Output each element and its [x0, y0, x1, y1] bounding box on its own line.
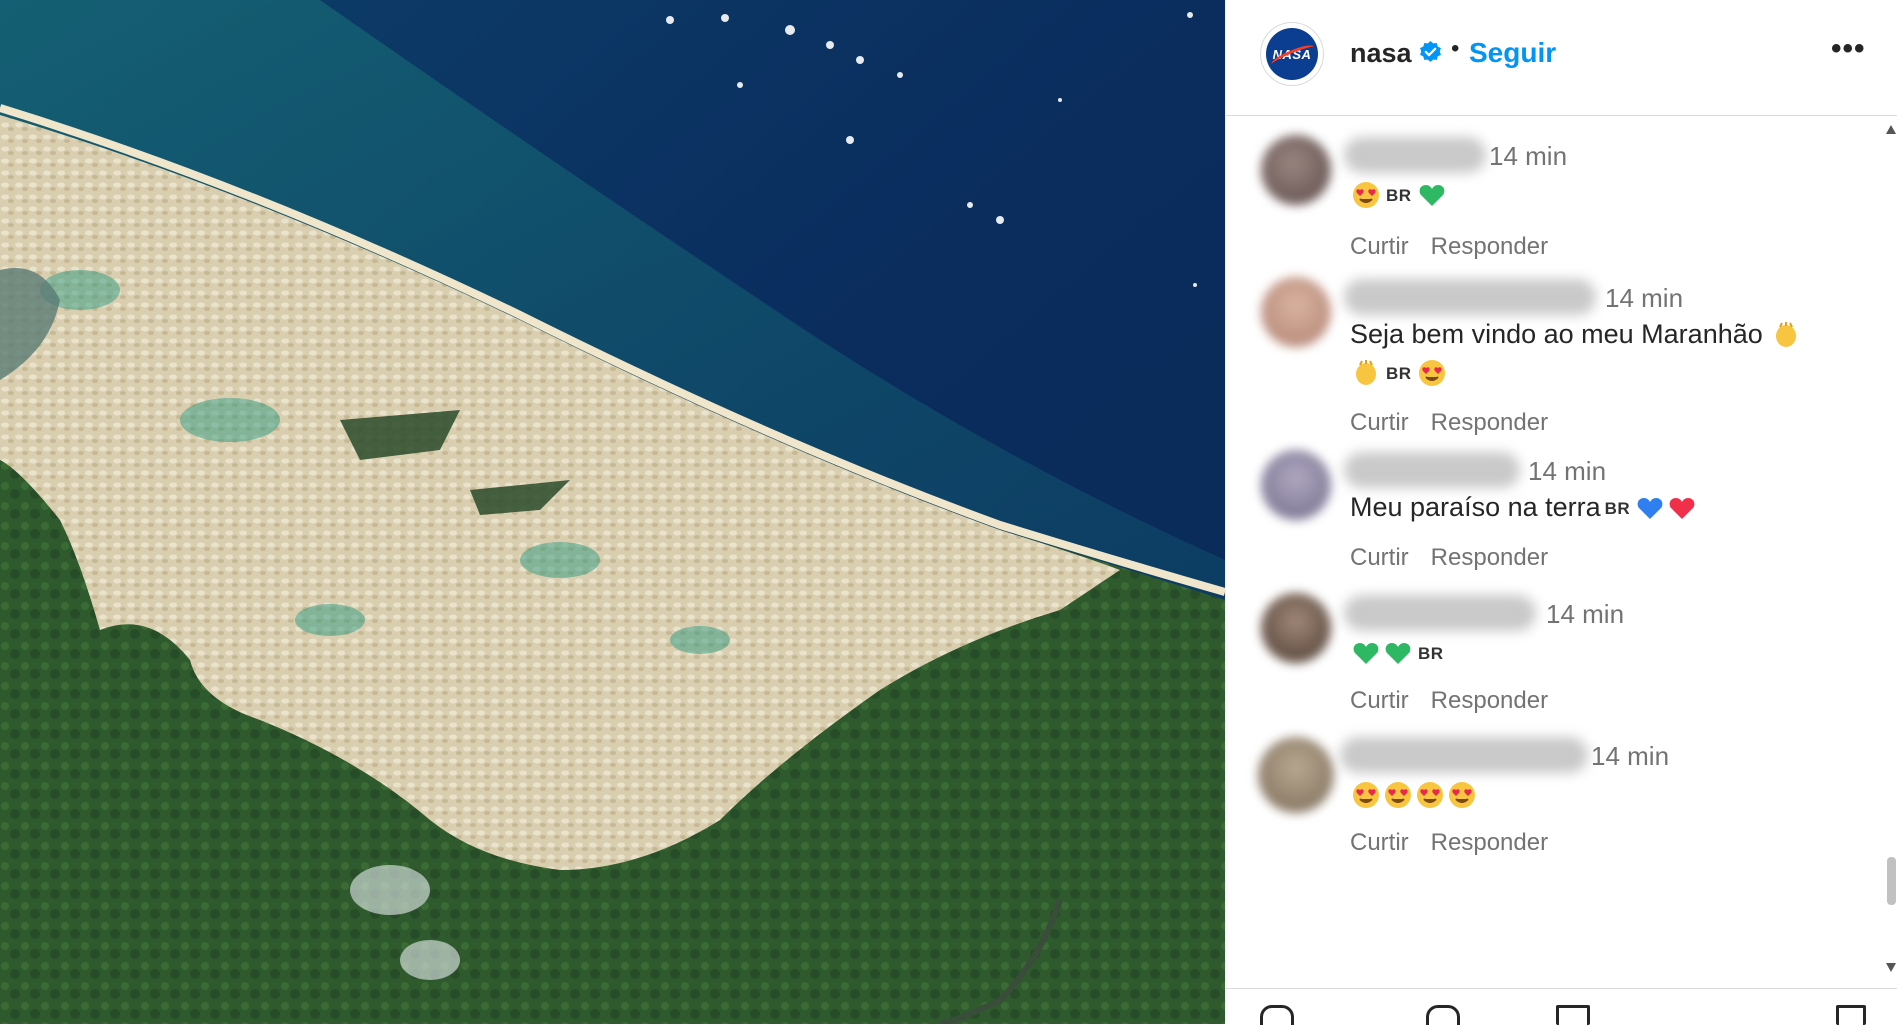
like-heart-icon[interactable]	[1260, 1005, 1294, 1025]
scroll-thumb[interactable]	[1887, 857, 1896, 905]
br-flag-label: BR	[1386, 364, 1412, 383]
comment-list: 14 min BR Curtir Responder 14 min Seja be…	[1226, 117, 1897, 987]
reply-comment-button[interactable]: Responder	[1431, 544, 1548, 571]
comment-time: 14 min	[1605, 283, 1684, 313]
commenter-avatar[interactable]	[1261, 450, 1331, 520]
red-heart-emoji-icon	[1669, 498, 1695, 519]
br-flag-label: BR	[1604, 499, 1631, 518]
account-username[interactable]: nasa	[1350, 38, 1412, 69]
verified-badge-icon	[1420, 41, 1441, 62]
scroll-down-arrow-icon[interactable]	[1886, 963, 1896, 972]
commenter-username-redacted[interactable]	[1344, 279, 1596, 315]
comment-actions: Curtir Responder	[1350, 544, 1570, 572]
clap-emoji-icon	[1776, 322, 1797, 347]
comment-actions: Curtir Responder	[1350, 829, 1570, 857]
blue-heart-emoji-icon	[1637, 498, 1663, 519]
more-options-icon[interactable]: •••	[1831, 32, 1866, 66]
post-header: NASA nasa • Seguir •••	[1226, 0, 1897, 116]
br-flag-label: BR	[1418, 644, 1444, 663]
green-heart-emoji-icon	[1385, 643, 1411, 664]
comment-text: Seja bem vindo ao meu Maranhão BR	[1350, 315, 1850, 393]
commenter-username-redacted[interactable]	[1340, 737, 1588, 773]
comment-text: BR	[1350, 633, 1850, 673]
scroll-up-arrow-icon[interactable]	[1886, 125, 1896, 134]
comment-time: 14 min	[1489, 141, 1568, 171]
nasa-logo-icon: NASA	[1266, 28, 1318, 80]
commenter-avatar[interactable]	[1261, 135, 1331, 205]
commenter-avatar[interactable]	[1261, 277, 1331, 347]
comment-text: BR	[1350, 175, 1850, 215]
green-heart-emoji-icon	[1353, 643, 1379, 664]
comment-bubble-icon[interactable]	[1426, 1005, 1460, 1025]
commenter-avatar[interactable]	[1258, 737, 1334, 813]
commenter-username-redacted[interactable]	[1344, 137, 1486, 173]
comment-actions: Curtir Responder	[1350, 409, 1570, 437]
comments-scrollbar[interactable]	[1886, 117, 1896, 987]
comment-actions: Curtir Responder	[1350, 233, 1570, 261]
like-comment-button[interactable]: Curtir	[1350, 544, 1409, 571]
br-flag-label: BR	[1386, 186, 1412, 205]
like-comment-button[interactable]: Curtir	[1350, 409, 1409, 436]
comment-time: 14 min	[1528, 456, 1607, 486]
reply-comment-button[interactable]: Responder	[1431, 233, 1548, 260]
heart-eyes-emoji-icon	[1449, 782, 1475, 808]
post-actions-bar	[1226, 988, 1897, 1025]
like-comment-button[interactable]: Curtir	[1350, 233, 1409, 260]
comments-panel: NASA nasa • Seguir ••• 14 min BR Curtir R…	[1225, 0, 1897, 1025]
comment-time: 14 min	[1591, 741, 1670, 771]
like-comment-button[interactable]: Curtir	[1350, 687, 1409, 714]
nasa-avatar[interactable]: NASA	[1260, 22, 1324, 86]
heart-eyes-emoji-icon	[1385, 782, 1411, 808]
heart-eyes-emoji-icon	[1417, 782, 1443, 808]
comment-text: Meu paraíso na terra BR	[1350, 488, 1850, 528]
heart-eyes-emoji-icon	[1353, 782, 1379, 808]
comment-text	[1350, 775, 1850, 813]
comment-time: 14 min	[1546, 599, 1625, 629]
post-image[interactable]	[0, 0, 1225, 1024]
reply-comment-button[interactable]: Responder	[1431, 409, 1548, 436]
commenter-avatar[interactable]	[1261, 593, 1331, 663]
comment-actions: Curtir Responder	[1350, 687, 1570, 715]
green-heart-emoji-icon	[1419, 185, 1444, 206]
share-icon[interactable]	[1556, 1005, 1590, 1025]
heart-eyes-emoji-icon	[1353, 182, 1379, 208]
commenter-username-redacted[interactable]	[1344, 595, 1536, 631]
heart-eyes-emoji-icon	[1418, 360, 1445, 386]
clap-emoji-icon	[1356, 360, 1376, 385]
separator-dot: •	[1451, 35, 1460, 62]
reply-comment-button[interactable]: Responder	[1431, 687, 1548, 714]
follow-button[interactable]: Seguir	[1469, 37, 1556, 69]
save-bookmark-icon[interactable]	[1836, 1005, 1866, 1025]
commenter-username-redacted[interactable]	[1344, 452, 1520, 488]
reply-comment-button[interactable]: Responder	[1431, 829, 1548, 856]
like-comment-button[interactable]: Curtir	[1350, 829, 1409, 856]
